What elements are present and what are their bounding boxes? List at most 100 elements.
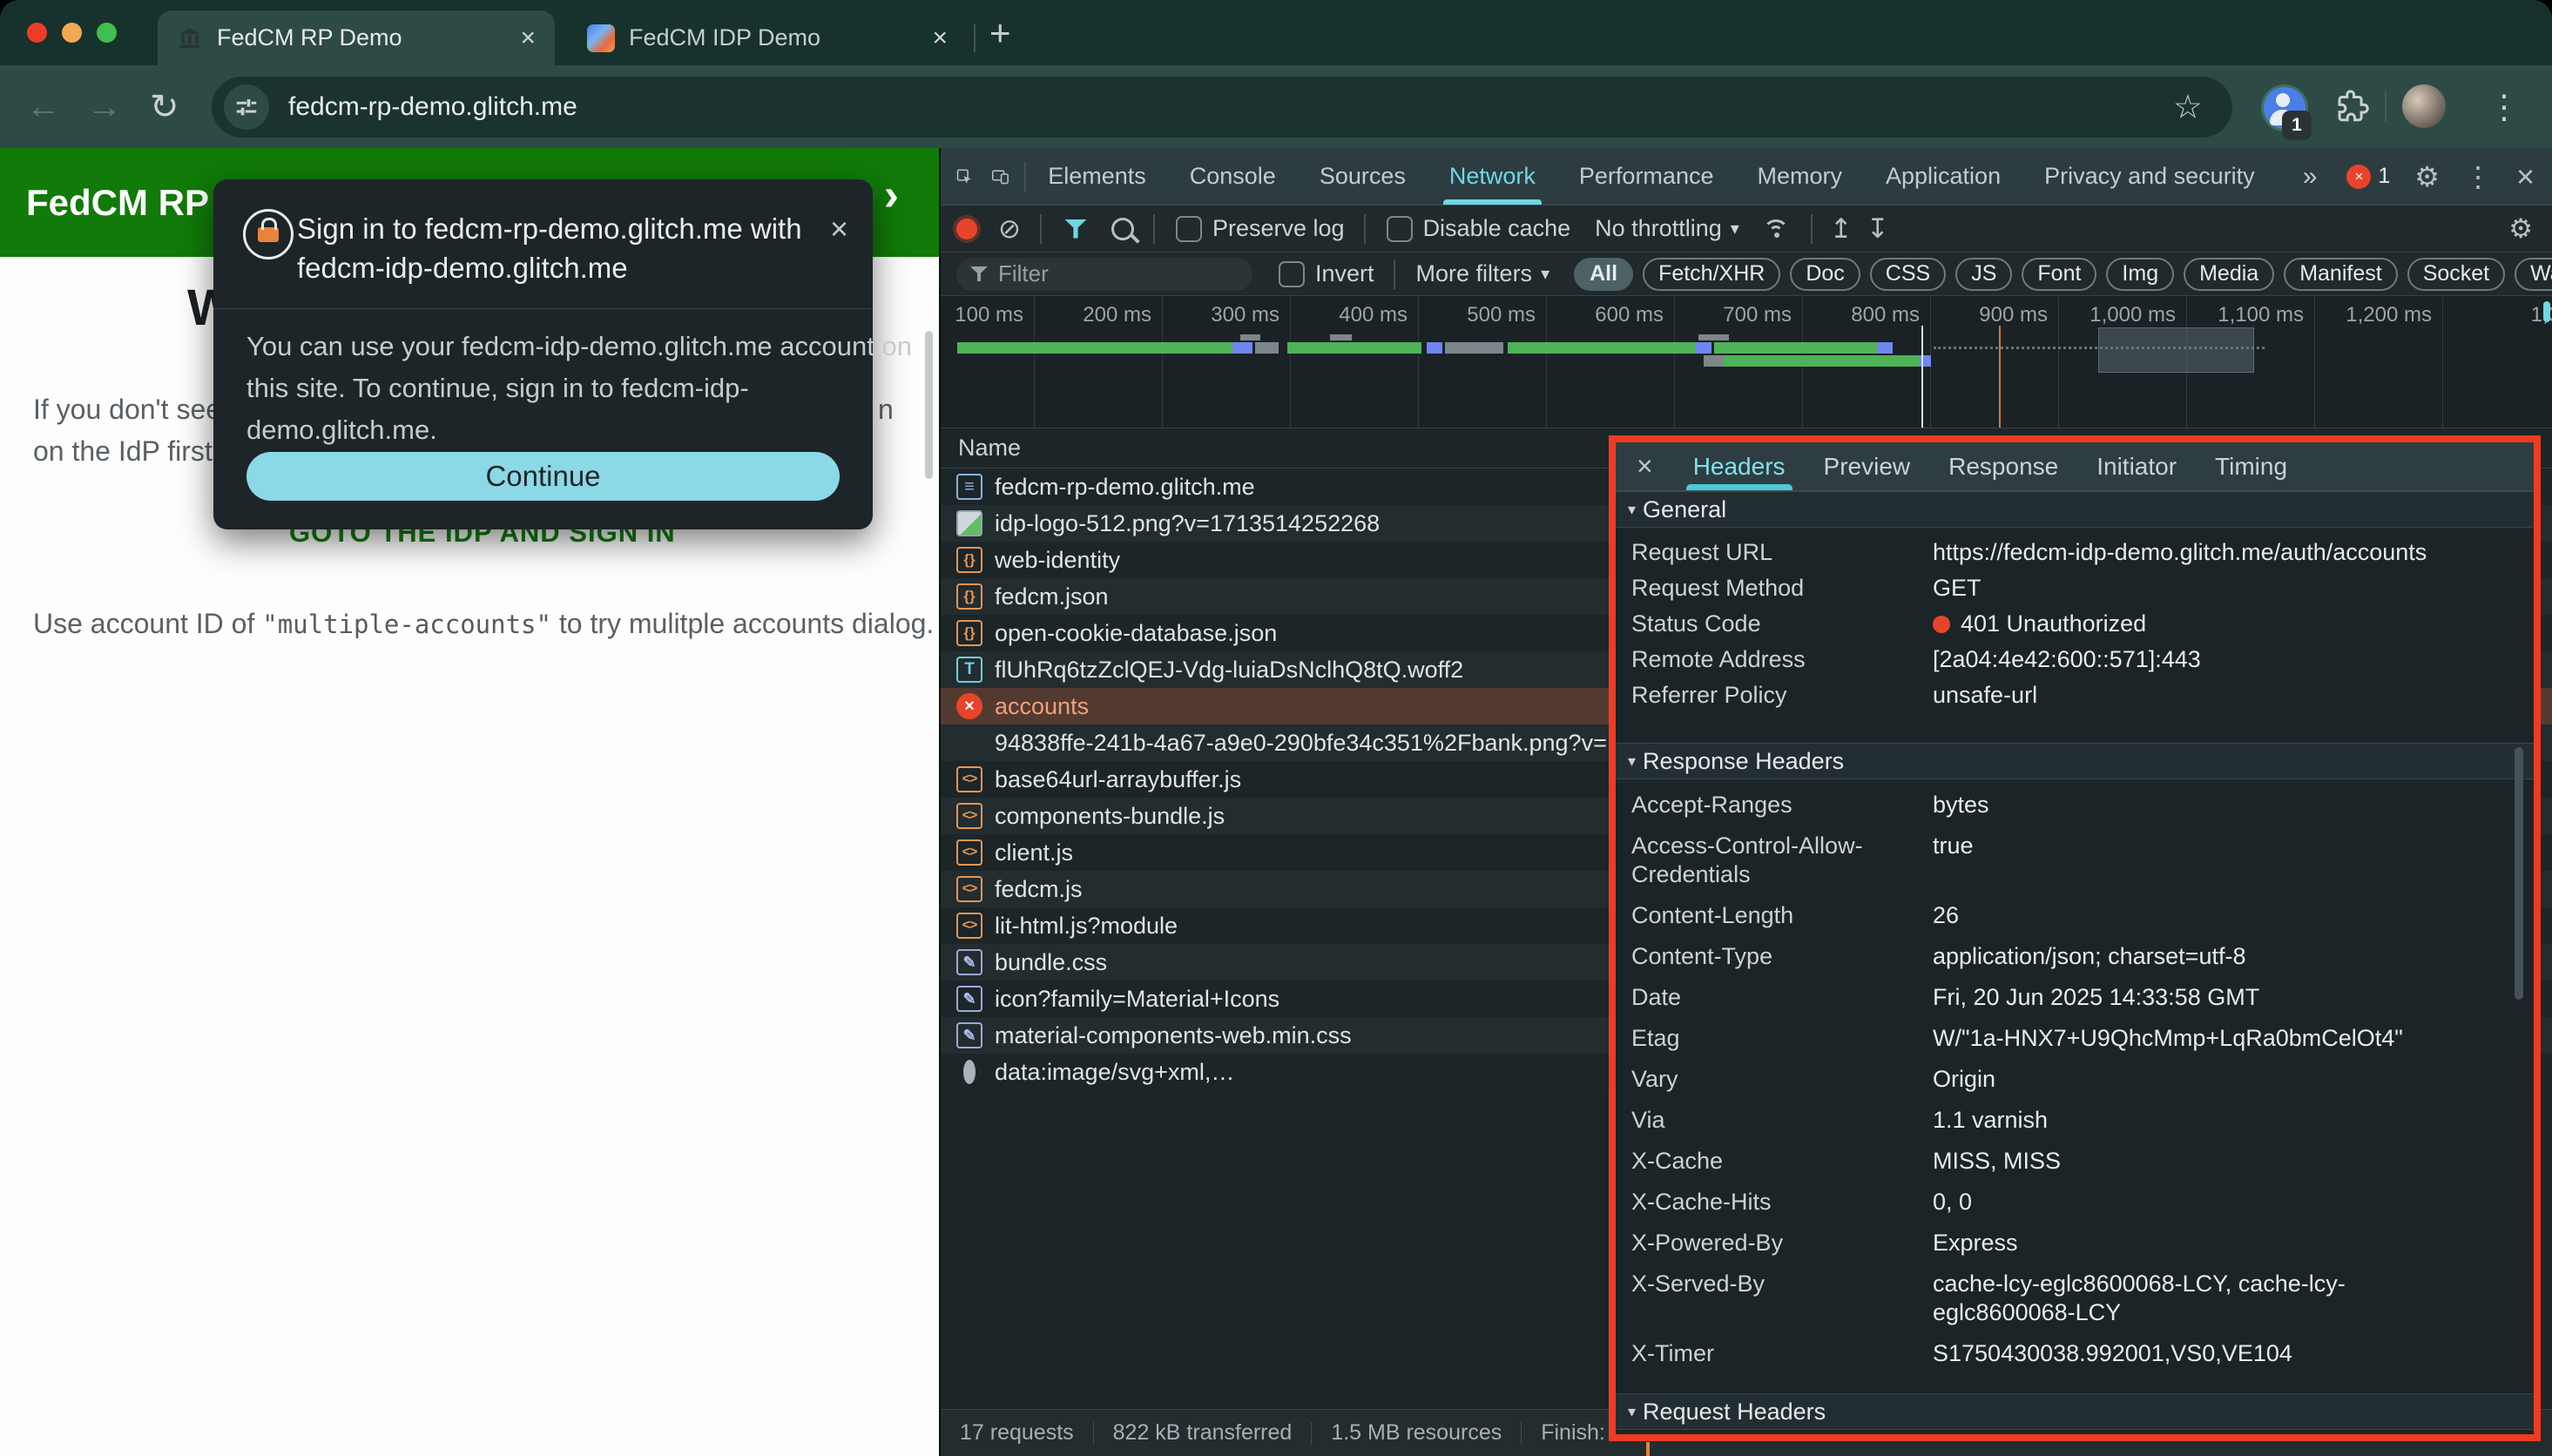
devtools-tab-console[interactable]: Console <box>1168 148 1298 205</box>
devtools-tab-application[interactable]: Application <box>1864 148 2022 205</box>
filter-pill-manifest[interactable]: Manifest <box>2284 258 2397 291</box>
filter-pill-font[interactable]: Font <box>2022 258 2096 291</box>
address-bar[interactable]: fedcm-rp-demo.glitch.me ☆ <box>212 77 2232 138</box>
triangle-down-icon: ▾ <box>1628 752 1636 771</box>
continue-button[interactable]: Continue <box>246 452 840 501</box>
filter-input[interactable]: Filter <box>956 258 1252 291</box>
header-key: Vary <box>1631 1065 1933 1094</box>
close-tab-icon[interactable]: × <box>520 25 536 51</box>
chrome-menu-icon[interactable]: ⋮ <box>2488 87 2521 126</box>
header-key: Content-Length <box>1631 901 1933 930</box>
devtools-settings-gear-icon[interactable]: ⚙ <box>2414 160 2440 193</box>
filter-pill-fetch-xhr[interactable]: Fetch/XHR <box>1643 258 1780 291</box>
search-icon[interactable] <box>1111 218 1134 240</box>
details-scrollbar[interactable] <box>2515 747 2523 1000</box>
filter-pill-socket[interactable]: Socket <box>2407 258 2505 291</box>
devtools-tab-sources[interactable]: Sources <box>1298 148 1428 205</box>
header-row: DateFri, 20 Jun 2025 14:33:58 GMT <box>1616 977 2534 1018</box>
network-filter-row: Filter Invert More filters ▾ AllFetch/XH… <box>941 253 2552 296</box>
header-row: X-Powered-ByExpress <box>1616 1223 2534 1264</box>
inspect-element-icon[interactable] <box>956 163 973 191</box>
import-har-icon[interactable]: ↥ <box>1830 213 1853 245</box>
account-hint: Use account ID of "multiple-accounts" to… <box>33 608 934 640</box>
idp-favicon <box>587 24 615 52</box>
filter-pill-js[interactable]: JS <box>1955 258 2012 291</box>
error-badge-icon[interactable]: × <box>2346 165 2371 189</box>
header-value: 26 <box>1933 901 2473 930</box>
reload-icon[interactable]: ↻ <box>150 87 179 127</box>
extensions-puzzle-icon[interactable] <box>2333 88 2369 125</box>
minimize-window-button[interactable] <box>62 23 82 43</box>
chevron-down-icon: ▾ <box>1541 263 1549 285</box>
resource-type-pills: All Fetch/XHR Doc CSS JS Font Img Media Manifest… <box>1574 258 2552 291</box>
site-settings-icon[interactable] <box>224 84 269 130</box>
details-tab-response[interactable]: Response <box>1929 442 2077 490</box>
zoom-window-button[interactable] <box>97 23 117 43</box>
more-tabs-icon[interactable]: » <box>2303 162 2318 192</box>
filter-pill-css[interactable]: CSS <box>1870 258 1946 291</box>
request-headers-section-header[interactable]: ▾ Request Headers <box>1616 1393 2534 1430</box>
devtools-tab-elements[interactable]: Elements <box>1026 148 1168 205</box>
device-toolbar-icon[interactable] <box>992 164 1009 190</box>
devtools-close-icon[interactable]: × <box>2516 158 2535 195</box>
filter-funnel-icon[interactable] <box>1064 219 1087 239</box>
close-window-button[interactable] <box>27 23 47 43</box>
more-filters-button[interactable]: More filters <box>1416 260 1533 287</box>
details-tab-headers[interactable]: Headers <box>1674 442 1805 490</box>
filter-pill-media[interactable]: Media <box>2184 258 2274 291</box>
browser-window: FedCM RP Demo × FedCM IDP Demo × + ← → ↻… <box>0 0 2552 1456</box>
network-conditions-icon[interactable] <box>1762 218 1792 240</box>
invert-checkbox[interactable] <box>1279 261 1305 287</box>
overview-green-bar <box>957 342 1232 354</box>
profile-avatar[interactable] <box>2402 84 2446 128</box>
bookmark-star-icon[interactable]: ☆ <box>2173 88 2203 127</box>
network-settings-gear-icon[interactable]: ⚙ <box>2508 213 2533 245</box>
request-name: flUhRq6tzZclQEJ-Vdg-luiaDsNclhQ8tQ.woff2 <box>995 657 1463 684</box>
general-section-header[interactable]: ▾ General <box>1616 491 2534 528</box>
dialog-close-icon[interactable]: × <box>830 211 848 247</box>
details-tab-preview[interactable]: Preview <box>1805 442 1930 490</box>
filter-pill-doc[interactable]: Doc <box>1790 258 1860 291</box>
filter-pill-all[interactable]: All <box>1574 258 1633 291</box>
filter-pill-wasm[interactable]: Wasm <box>2515 258 2552 291</box>
devtools-tab-memory[interactable]: Memory <box>1735 148 1864 205</box>
statusbar-item: 1.5 MB resources <box>1312 1420 1521 1446</box>
devtools-tab-performance[interactable]: Performance <box>1557 148 1736 205</box>
fedcm-signin-dialog: Sign in to fedcm-rp-demo.glitch.me with … <box>213 179 873 529</box>
page-scrollbar[interactable] <box>925 331 933 479</box>
header-row: Remote Address[2a04:4e42:600::571]:443 <box>1616 642 2534 677</box>
throttling-select[interactable]: No throttling <box>1595 215 1722 242</box>
overview-blue-bar <box>1695 342 1711 354</box>
font-icon: T <box>956 657 982 683</box>
disable-cache-checkbox[interactable] <box>1387 216 1413 242</box>
record-network-log-icon[interactable] <box>956 219 977 239</box>
clear-network-log-icon[interactable]: ⊘ <box>998 213 1021 245</box>
close-details-icon[interactable]: × <box>1637 450 1653 482</box>
network-overview-timeline[interactable]: 100 ms200 ms300 ms400 ms500 ms600 ms700 … <box>941 296 2552 428</box>
overview-blue-bar <box>1427 342 1442 354</box>
browser-tab-fedcm-idp-demo[interactable]: FedCM IDP Demo × <box>568 10 967 65</box>
close-tab-icon[interactable]: × <box>932 25 948 51</box>
details-tab-initiator[interactable]: Initiator <box>2077 442 2196 490</box>
details-tab-timing[interactable]: Timing <box>2196 442 2306 490</box>
overview-gridline <box>2442 296 2443 428</box>
data-uri-icon <box>963 1060 976 1084</box>
dialog-title: Sign in to fedcm-rp-demo.glitch.me with … <box>297 209 802 287</box>
forward-icon[interactable]: → <box>87 87 122 126</box>
preserve-log-checkbox[interactable] <box>1176 216 1202 242</box>
export-har-icon[interactable]: ↧ <box>1867 213 1889 245</box>
filter-pill-img[interactable]: Img <box>2106 258 2174 291</box>
preserve-log-label: Preserve log <box>1212 215 1345 242</box>
devtools-menu-icon[interactable]: ⋮ <box>2464 160 2492 193</box>
devtools-tab-network[interactable]: Network <box>1428 148 1557 205</box>
header-key: Request URL <box>1631 538 1933 567</box>
browser-tab-fedcm-rp-demo[interactable]: FedCM RP Demo × <box>158 10 555 65</box>
account-hint-suffix: to try mulitple accounts dialog. <box>551 608 934 639</box>
titlebar: FedCM RP Demo × FedCM IDP Demo × + <box>0 0 2552 65</box>
new-tab-button[interactable]: + <box>989 12 1011 54</box>
devtools-tab-privacy-and-security[interactable]: Privacy and security <box>2022 148 2277 205</box>
header-key: Content-Type <box>1631 942 1933 971</box>
ruler-label: 1,200 ms <box>2327 303 2432 327</box>
response-headers-section-header[interactable]: ▾ Response Headers <box>1616 743 2534 779</box>
back-icon[interactable]: ← <box>26 87 61 126</box>
